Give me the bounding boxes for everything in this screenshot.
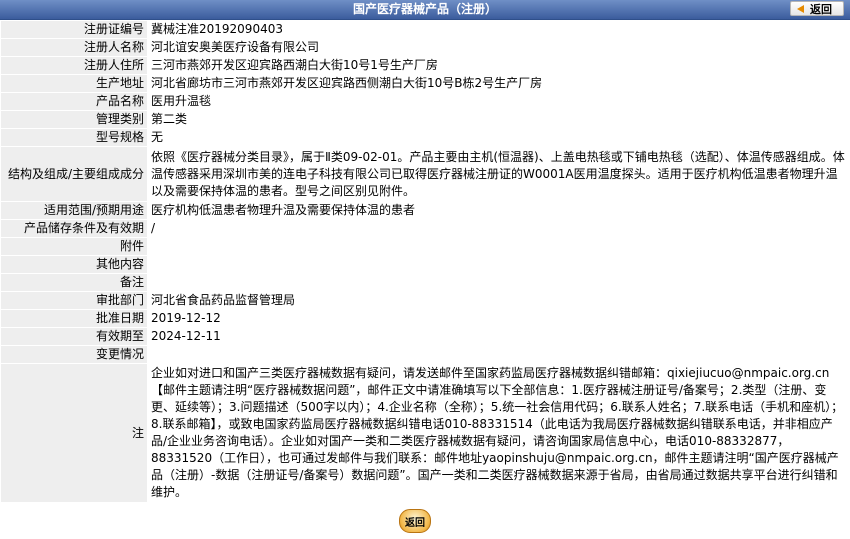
- label-approval-dept: 审批部门: [0, 291, 148, 310]
- bottom-back-button[interactable]: 返回: [399, 509, 431, 533]
- value-approval-dept: 河北省食品药品监督管理局: [147, 291, 850, 310]
- label-storage: 产品储存条件及有效期: [0, 219, 148, 238]
- label-model: 型号规格: [0, 128, 148, 147]
- row-scope: 适用范围/预期用途 医疗机构低温患者物理升温及需要保持体温的患者: [0, 201, 850, 220]
- label-production-address: 生产地址: [0, 74, 148, 93]
- label-valid-until: 有效期至: [0, 327, 148, 346]
- row-product-name: 产品名称 医用升温毯: [0, 92, 850, 111]
- value-changes: [147, 345, 850, 364]
- bottom-back-label: 返回: [405, 518, 425, 529]
- label-other: 其他内容: [0, 255, 148, 274]
- page: 国产医疗器械产品（注册） 返回 注册证编号 冀械注准20192090403 注册…: [0, 0, 850, 539]
- label-registrant-address: 注册人住所: [0, 56, 148, 75]
- page-title: 国产医疗器械产品（注册）: [352, 2, 497, 16]
- value-registrant-address: 三河市燕郊开发区迎宾路西潮白大街10号1号生产厂房: [147, 56, 850, 75]
- value-model: 无: [147, 128, 850, 147]
- row-note: 注 企业如对进口和国产三类医疗器械数据有疑问，请发送邮件至国家药监局医疗器械数据…: [0, 363, 850, 503]
- details-table: 注册证编号 冀械注准20192090403 注册人名称 河北谊安奥美医疗设备有限…: [0, 20, 850, 503]
- value-registrant: 河北谊安奥美医疗设备有限公司: [147, 38, 850, 57]
- label-attachment: 附件: [0, 237, 148, 256]
- value-other: [147, 255, 850, 274]
- label-registrant: 注册人名称: [0, 38, 148, 57]
- row-approval-dept: 审批部门 河北省食品药品监督管理局: [0, 291, 850, 310]
- value-structure: 依照《医疗器械分类目录》，属于Ⅱ类09-02-01。产品主要由主机(恒温器)、上…: [147, 146, 850, 202]
- value-storage: /: [147, 219, 850, 238]
- value-note: 企业如对进口和国产三类医疗器械数据有疑问，请发送邮件至国家药监局医疗器械数据纠错…: [147, 363, 850, 503]
- row-registrant-address: 注册人住所 三河市燕郊开发区迎宾路西潮白大街10号1号生产厂房: [0, 56, 850, 75]
- row-production-address: 生产地址 河北省廊坊市三河市燕郊开发区迎宾路西侧潮白大街10号B栋2号生产厂房: [0, 74, 850, 93]
- back-arrow-icon: [797, 5, 804, 13]
- value-remark: [147, 273, 850, 292]
- row-model: 型号规格 无: [0, 128, 850, 147]
- row-changes: 变更情况: [0, 345, 850, 364]
- row-other: 其他内容: [0, 255, 850, 274]
- row-valid-until: 有效期至 2024-12-11: [0, 327, 850, 346]
- label-remark: 备注: [0, 273, 148, 292]
- label-management-class: 管理类别: [0, 110, 148, 129]
- value-scope: 医疗机构低温患者物理升温及需要保持体温的患者: [147, 201, 850, 220]
- back-button[interactable]: 返回: [790, 1, 844, 16]
- row-registrant: 注册人名称 河北谊安奥美医疗设备有限公司: [0, 38, 850, 57]
- back-button-label: 返回: [810, 3, 832, 16]
- label-scope: 适用范围/预期用途: [0, 201, 148, 220]
- row-attachment: 附件: [0, 237, 850, 256]
- label-product-name: 产品名称: [0, 92, 148, 111]
- label-note: 注: [0, 363, 148, 503]
- title-bar: 国产医疗器械产品（注册） 返回: [0, 0, 850, 20]
- row-storage: 产品储存条件及有效期 /: [0, 219, 850, 238]
- label-structure: 结构及组成/主要组成成分: [0, 146, 148, 202]
- value-approval-date: 2019-12-12: [147, 309, 850, 328]
- value-reg-no: 冀械注准20192090403: [147, 20, 850, 39]
- value-valid-until: 2024-12-11: [147, 327, 850, 346]
- row-structure: 结构及组成/主要组成成分 依照《医疗器械分类目录》，属于Ⅱ类09-02-01。产…: [0, 146, 850, 202]
- label-changes: 变更情况: [0, 345, 148, 364]
- label-approval-date: 批准日期: [0, 309, 148, 328]
- value-attachment: [147, 237, 850, 256]
- row-reg-no: 注册证编号 冀械注准20192090403: [0, 20, 850, 39]
- label-reg-no: 注册证编号: [0, 20, 148, 39]
- row-management-class: 管理类别 第二类: [0, 110, 850, 129]
- value-management-class: 第二类: [147, 110, 850, 129]
- value-production-address: 河北省廊坊市三河市燕郊开发区迎宾路西侧潮白大街10号B栋2号生产厂房: [147, 74, 850, 93]
- row-approval-date: 批准日期 2019-12-12: [0, 309, 850, 328]
- row-remark: 备注: [0, 273, 850, 292]
- value-product-name: 医用升温毯: [147, 92, 850, 111]
